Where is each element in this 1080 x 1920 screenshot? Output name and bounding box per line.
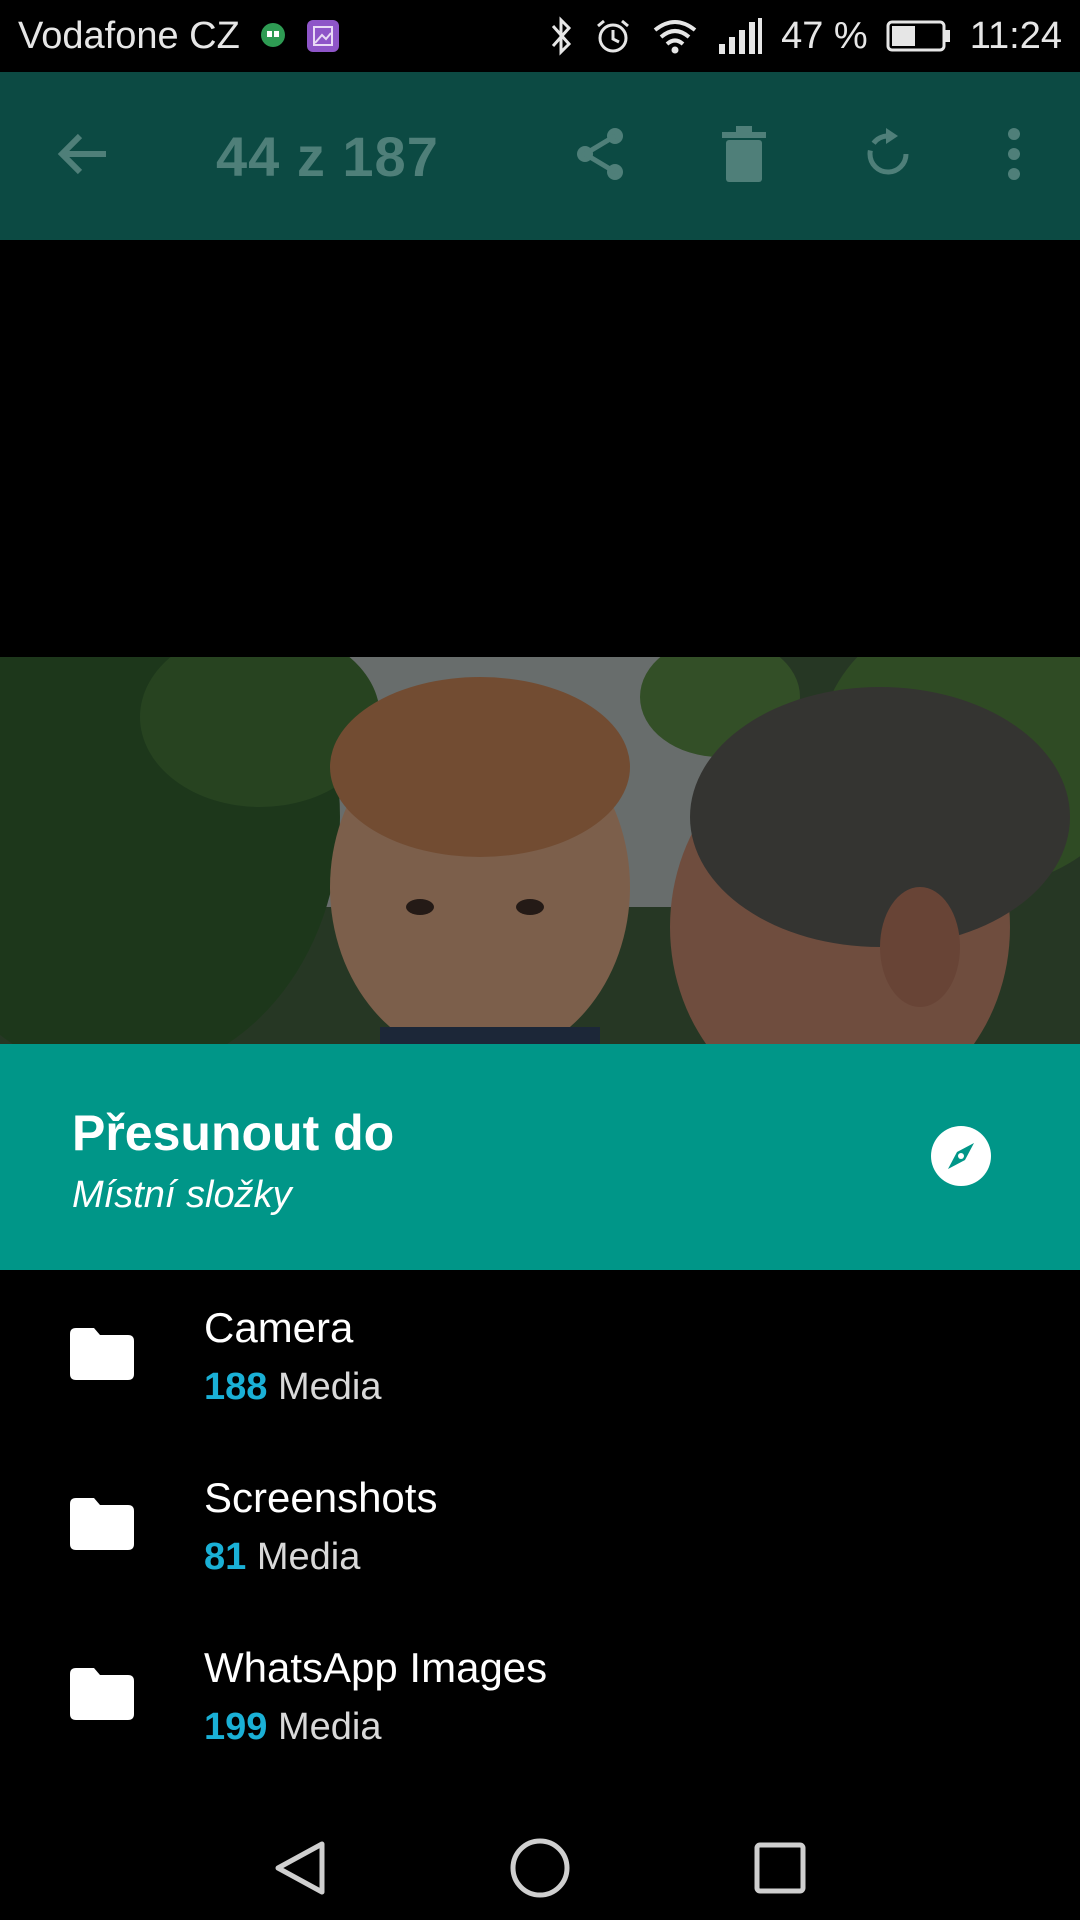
share-icon [573,126,627,187]
sheet-subtitle: Místní složky [72,1174,292,1216]
battery-percent: 47 % [781,14,868,57]
more-vert-icon [1006,127,1022,185]
media-count-unit: Media [277,1366,382,1408]
hangouts-icon [258,21,288,51]
rotate-button[interactable] [860,72,916,240]
back-arrow-icon [54,124,114,189]
photo-preview[interactable] [0,657,1080,1044]
folder-media-count: 188 Media [204,1366,381,1409]
rotate-icon [862,127,914,185]
folder-item-whatsapp-images[interactable]: WhatsApp Images 199 Media [0,1610,1080,1780]
back-button[interactable] [48,72,120,240]
scrim-overlay [0,657,1080,1044]
folder-item-camera[interactable]: Camera 188 Media [0,1270,1080,1440]
screen: Vodafone CZ 47 % 11:24 44 z 187 Přesunou… [0,0,1080,1920]
nav-back-button[interactable] [250,1820,350,1920]
folder-item-screenshots[interactable]: Screenshots 81 Media [0,1440,1080,1610]
move-to-sheet-header: Přesunout do Místní složky [0,1044,1080,1270]
delete-icon [722,125,766,187]
wifi-icon [651,16,699,56]
media-count-number: 81 [204,1536,247,1578]
media-count-number: 188 [204,1366,268,1408]
folder-list: Camera 188 Media Screenshots 81 Media Wh… [0,1270,1080,1780]
signal-icon [717,16,763,56]
folder-icon [70,1668,134,1720]
compass-icon [930,1126,992,1191]
photo-counter: 44 z 187 [216,124,439,188]
back-triangle-icon [272,1838,328,1903]
folder-icon [70,1498,134,1550]
folder-icon [70,1328,134,1380]
gallery-notification-icon [306,19,340,53]
folder-name: Camera [204,1304,354,1351]
folder-media-count: 199 Media [204,1706,381,1749]
battery-icon [886,18,952,54]
sheet-title: Přesunout do [72,1105,395,1161]
folder-name: Screenshots [204,1474,438,1521]
clock: 11:24 [969,14,1062,57]
media-count-unit: Media [256,1536,361,1578]
explore-folders-button[interactable] [930,1125,992,1187]
photo-viewer-toolbar: 44 z 187 [0,72,1080,240]
alarm-icon [593,16,633,56]
delete-button[interactable] [718,72,770,240]
navigation-bar [0,1800,1080,1920]
nav-home-button[interactable] [490,1820,590,1920]
media-count-number: 199 [204,1706,268,1748]
more-options-button[interactable] [996,72,1032,240]
folder-name: WhatsApp Images [204,1644,548,1691]
recents-square-icon [753,1841,807,1900]
nav-recents-button[interactable] [730,1820,830,1920]
home-circle-icon [509,1837,571,1904]
status-bar: Vodafone CZ 47 % 11:24 [0,0,1080,72]
carrier-label: Vodafone CZ [18,14,240,57]
bluetooth-icon [547,16,575,56]
media-count-unit: Media [277,1706,382,1748]
folder-media-count: 81 Media [204,1536,360,1579]
share-button[interactable] [570,72,630,240]
